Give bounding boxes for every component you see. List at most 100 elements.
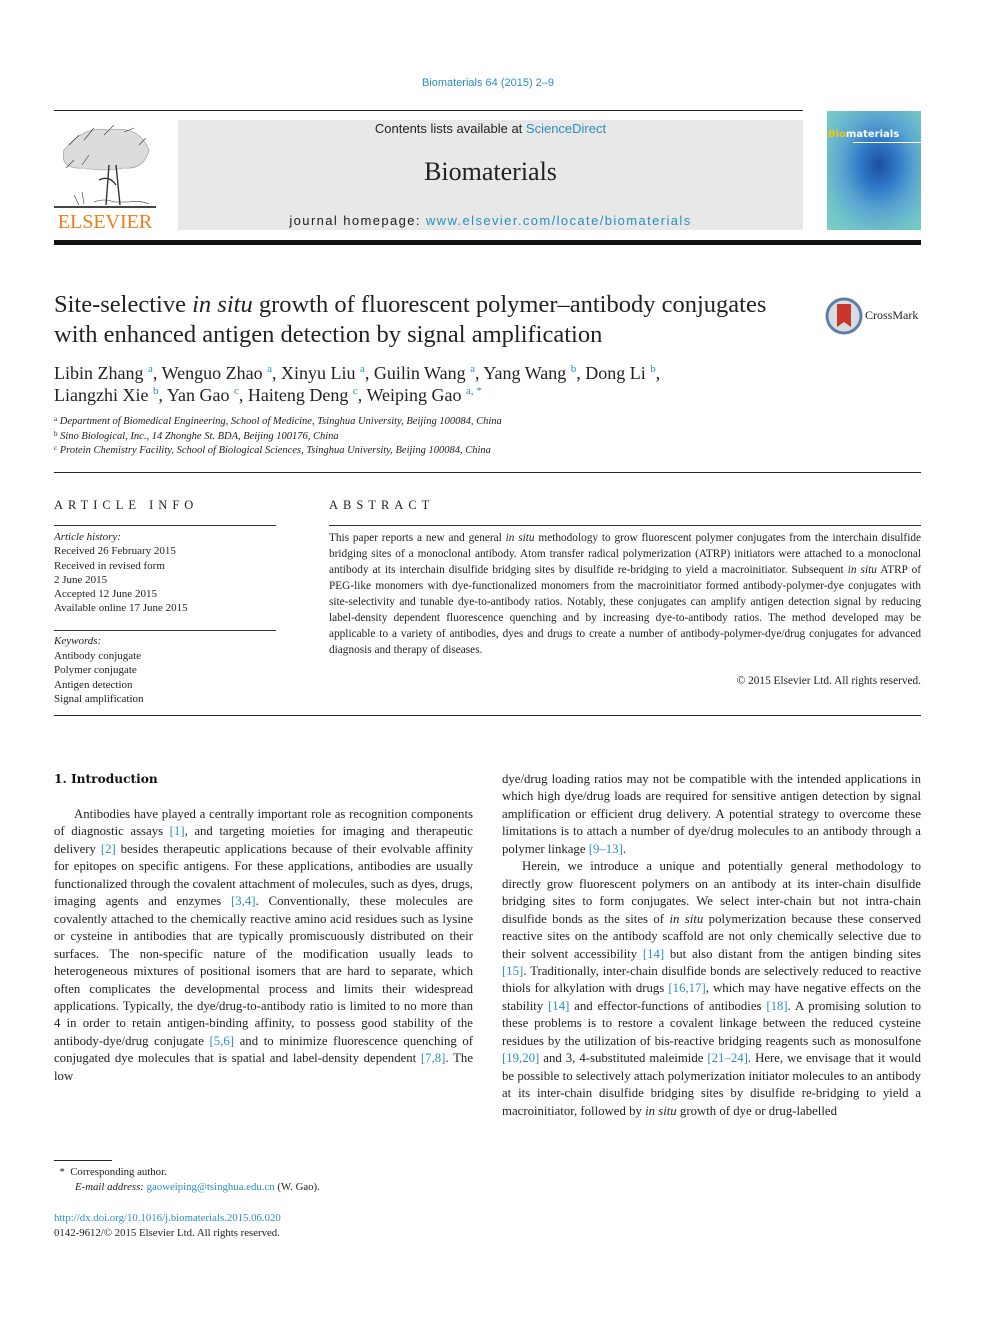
affiliation-key: a xyxy=(54,415,58,423)
text: and effector-functions of antibodies xyxy=(569,998,767,1013)
keywords-rule xyxy=(54,630,276,631)
affiliation-key: b xyxy=(54,429,58,438)
elsevier-wordmark: ELSEVIER xyxy=(57,211,153,233)
footnote-rule xyxy=(54,1160,112,1161)
journal-cover-image[interactable]: Biomaterials xyxy=(827,111,921,230)
citation-link[interactable]: [9–13] xyxy=(589,842,623,856)
footnote-star: * xyxy=(59,1166,65,1178)
affiliation-c: c Protein Chemistry Facility, School of … xyxy=(54,444,754,459)
citation-link[interactable]: [5,6] xyxy=(209,1034,234,1048)
journal-citation-link[interactable]: Biomaterials 64 (2015) 2–9 xyxy=(422,77,554,89)
crossmark-button[interactable]: CrossMark xyxy=(825,297,925,335)
article-title: Site-selective in situ growth of fluores… xyxy=(54,290,814,350)
cover-title-highlight: Bio xyxy=(828,129,846,140)
history-item: Received 26 February 2015 xyxy=(54,545,176,558)
keyword: Antibody conjugate xyxy=(54,649,142,662)
author-separator: , xyxy=(152,363,162,383)
keywords: Keywords: Antibody conjugate Polymer con… xyxy=(54,634,276,707)
keyword: Polymer conjugate xyxy=(54,664,137,676)
journal-citation[interactable]: Biomaterials 64 (2015) 2–9 xyxy=(0,77,976,89)
author-separator: , xyxy=(238,385,248,405)
author-separator: , xyxy=(158,385,167,405)
text: . Conventionally, these molecules are co… xyxy=(54,894,473,1048)
article-info-rule xyxy=(54,525,276,526)
author-affiliation-link[interactable]: a, * xyxy=(466,385,482,397)
email-suffix: (W. Gao). xyxy=(274,1181,320,1193)
citation-link[interactable]: [19,20] xyxy=(502,1051,539,1065)
author-name[interactable]: Guilin Wang xyxy=(374,363,470,383)
journal-title: Biomaterials xyxy=(424,157,557,186)
paragraph: Herein, we introduce a unique and potent… xyxy=(502,858,921,1120)
body-column-right: dye/drug loading ratios may not be compa… xyxy=(502,771,921,1120)
author-name[interactable]: Yang Wang xyxy=(483,363,570,383)
abstract-heading: ABSTRACT xyxy=(329,498,435,512)
text: but also distant from the antigen bindin… xyxy=(664,946,921,961)
author-separator: , xyxy=(271,363,281,383)
citation-link[interactable]: [21–24] xyxy=(707,1051,748,1065)
sciencedirect-link[interactable]: ScienceDirect xyxy=(526,121,606,136)
author-name[interactable]: Xinyu Liu xyxy=(281,363,360,383)
citation-link[interactable]: [1] xyxy=(170,824,185,838)
author-name[interactable]: Libin Zhang xyxy=(54,363,148,383)
author-separator: , xyxy=(655,363,661,383)
journal-homepage-line: journal homepage: www.elsevier.com/locat… xyxy=(178,213,803,228)
body-column-left: Antibodies have played a centrally impor… xyxy=(54,806,473,1085)
affiliation-key: c xyxy=(54,444,58,452)
affiliation-text: Protein Chemistry Facility, School of Bi… xyxy=(59,445,491,456)
affiliation-text: Sino Biological, Inc., 14 Zhonghe St. BD… xyxy=(60,430,339,442)
citation-link[interactable]: [15] xyxy=(502,964,523,978)
header-rule xyxy=(54,110,803,111)
title-italic-part: in situ xyxy=(192,291,253,318)
author-name[interactable]: Yan Gao xyxy=(167,385,234,405)
citation-link[interactable]: [3,4] xyxy=(231,894,256,908)
section-heading-introduction: 1. Introduction xyxy=(54,772,158,786)
cover-title-underline xyxy=(853,142,921,143)
abstract-rule xyxy=(329,525,921,526)
author-name[interactable]: Liangzhi Xie xyxy=(54,385,153,405)
author-name[interactable]: Weiping Gao xyxy=(366,385,466,405)
abstract-span: This paper reports a new and general xyxy=(329,532,506,544)
citation-link[interactable]: [14] xyxy=(643,947,664,961)
doi-block: http://dx.doi.org/10.1016/j.biomaterials… xyxy=(54,1211,474,1241)
keywords-label: Keywords: xyxy=(54,635,102,647)
issn-copyright: 0142-9612/© 2015 Elsevier Ltd. All right… xyxy=(54,1227,280,1239)
affiliations: a Department of Biomedical Engineering, … xyxy=(54,415,754,459)
affiliation-text: Department of Biomedical Engineering, Sc… xyxy=(59,416,502,427)
title-part: Site-selective xyxy=(54,291,193,318)
abstract-bottom-rule xyxy=(54,715,921,716)
email-link[interactable]: gaoweiping@tsinghua.edu.cn xyxy=(147,1181,275,1193)
crossmark-label: CrossMark xyxy=(865,308,919,322)
citation-link[interactable]: [2] xyxy=(101,842,116,856)
contents-available-line: Contents lists available at ScienceDirec… xyxy=(178,121,803,136)
section-rule xyxy=(54,472,921,473)
journal-homepage-link[interactable]: www.elsevier.com/locate/biomaterials xyxy=(426,213,692,228)
citation-link[interactable]: [14] xyxy=(548,999,569,1013)
citation-link[interactable]: [16,17] xyxy=(668,981,705,995)
email-label: E-mail address: xyxy=(75,1181,144,1193)
article-history: Article history: Received 26 February 20… xyxy=(54,530,276,616)
abstract-span: ATRP of PEG-like monomers with dye-funct… xyxy=(329,564,922,656)
text: dye/drug loading ratios may not be compa… xyxy=(502,772,921,856)
corresponding-author-footnote: * Corresponding author. E-mail address: … xyxy=(54,1165,474,1195)
text: growth of dye or drug-labelled xyxy=(676,1103,837,1118)
keyword: Signal amplification xyxy=(54,693,144,705)
keyword: Antigen detection xyxy=(54,678,133,691)
author-name[interactable]: Haiteng Deng xyxy=(248,385,353,405)
author-name[interactable]: Dong Li xyxy=(585,363,650,383)
footnote-email-line: E-mail address: gaoweiping@tsinghua.edu.… xyxy=(54,1180,474,1195)
history-item: Available online 17 June 2015 xyxy=(54,602,188,615)
abstract-copyright: © 2015 Elsevier Ltd. All rights reserved… xyxy=(736,675,921,687)
homepage-prefix: journal homepage: xyxy=(289,213,426,228)
citation-link[interactable]: [18] xyxy=(766,999,787,1013)
history-item: 2 June 2015 xyxy=(54,573,108,586)
text: . xyxy=(622,841,627,856)
doi-link[interactable]: http://dx.doi.org/10.1016/j.biomaterials… xyxy=(54,1212,281,1224)
contents-prefix: Contents lists available at xyxy=(374,121,526,136)
author-name[interactable]: Wenguo Zhao xyxy=(162,363,268,383)
abstract-text: This paper reports a new and general in … xyxy=(329,530,921,658)
crossmark-icon xyxy=(825,297,863,335)
paragraph: Antibodies have played a centrally impor… xyxy=(54,806,473,1085)
author-list: Libin Zhang a, Wenguo Zhao a, Xinyu Liu … xyxy=(54,362,914,406)
footnote-line: * Corresponding author. xyxy=(54,1165,474,1180)
citation-link[interactable]: [7,8] xyxy=(421,1051,446,1065)
